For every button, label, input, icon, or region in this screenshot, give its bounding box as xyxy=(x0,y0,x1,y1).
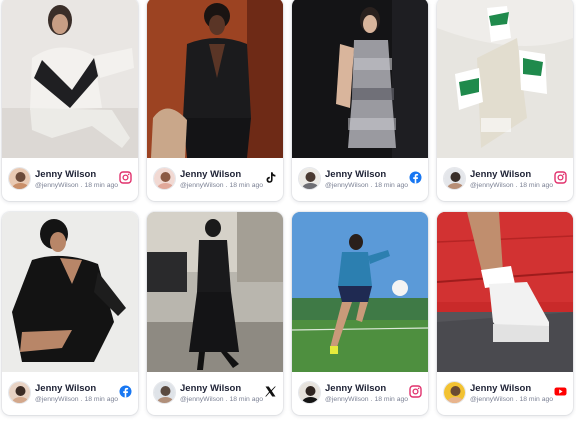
post-meta: @jennyWilson. 18 min ago xyxy=(180,182,263,189)
post-card[interactable]: Jenny Wilson @jennyWilson. 18 min ago xyxy=(147,0,283,201)
meta-separator: . xyxy=(225,396,228,403)
post-meta: @jennyWilson. 18 min ago xyxy=(470,396,553,403)
meta-separator: . xyxy=(80,182,83,189)
author-name[interactable]: Jenny Wilson xyxy=(325,169,386,180)
author-handle: @jennyWilson xyxy=(180,396,224,403)
author-name[interactable]: Jenny Wilson xyxy=(180,383,241,394)
post-time: 18 min ago xyxy=(519,396,554,403)
author-handle: @jennyWilson xyxy=(325,396,369,403)
meta-separator: . xyxy=(515,182,518,189)
meta-separator: . xyxy=(225,182,228,189)
post-footer: Jenny Wilson @jennyWilson. 18 min ago xyxy=(292,158,428,201)
post-time: 18 min ago xyxy=(519,182,554,189)
post-footer: Jenny Wilson @jennyWilson. 18 min ago xyxy=(292,372,428,415)
post-photo[interactable] xyxy=(437,212,573,372)
post-meta: @jennyWilson. 18 min ago xyxy=(35,182,118,189)
author-handle: @jennyWilson xyxy=(180,182,224,189)
facebook-icon[interactable] xyxy=(409,171,422,184)
post-footer: Jenny Wilson @jennyWilson. 18 min ago xyxy=(147,158,283,201)
author-name[interactable]: Jenny Wilson xyxy=(35,169,96,180)
avatar[interactable] xyxy=(153,381,176,404)
author-handle: @jennyWilson xyxy=(470,396,514,403)
post-footer: Jenny Wilson @jennyWilson. 18 min ago xyxy=(2,372,138,415)
avatar[interactable] xyxy=(153,167,176,190)
avatar[interactable] xyxy=(8,167,31,190)
post-card[interactable]: Jenny Wilson @jennyWilson. 18 min ago xyxy=(437,212,573,415)
author-handle: @jennyWilson xyxy=(470,182,514,189)
post-footer: Jenny Wilson @jennyWilson. 18 min ago xyxy=(437,158,573,201)
post-time: 18 min ago xyxy=(84,182,119,189)
author-name[interactable]: Jenny Wilson xyxy=(180,169,241,180)
post-meta: @jennyWilson. 18 min ago xyxy=(325,182,408,189)
post-time: 18 min ago xyxy=(229,396,264,403)
post-card[interactable]: Jenny Wilson @jennyWilson. 18 min ago xyxy=(2,0,138,201)
avatar[interactable] xyxy=(443,167,466,190)
post-photo[interactable] xyxy=(292,0,428,158)
avatar[interactable] xyxy=(298,167,321,190)
author-name[interactable]: Jenny Wilson xyxy=(470,383,531,394)
post-meta: @jennyWilson. 18 min ago xyxy=(325,396,408,403)
post-time: 18 min ago xyxy=(229,182,264,189)
post-photo[interactable] xyxy=(292,212,428,372)
author-handle: @jennyWilson xyxy=(35,396,79,403)
post-photo[interactable] xyxy=(147,0,283,158)
post-card[interactable]: Jenny Wilson @jennyWilson. 18 min ago xyxy=(292,0,428,201)
post-photo[interactable] xyxy=(2,0,138,158)
tiktok-icon[interactable] xyxy=(264,171,277,184)
social-feed-grid: Jenny Wilson @jennyWilson. 18 min ago Je… xyxy=(2,0,574,424)
x-icon[interactable] xyxy=(264,385,277,398)
avatar[interactable] xyxy=(298,381,321,404)
youtube-icon[interactable] xyxy=(554,385,567,398)
author-name[interactable]: Jenny Wilson xyxy=(35,383,96,394)
post-meta: @jennyWilson. 18 min ago xyxy=(470,182,553,189)
post-time: 18 min ago xyxy=(374,182,409,189)
author-handle: @jennyWilson xyxy=(325,182,369,189)
avatar[interactable] xyxy=(443,381,466,404)
instagram-icon[interactable] xyxy=(554,171,567,184)
meta-separator: . xyxy=(370,182,373,189)
facebook-icon[interactable] xyxy=(119,385,132,398)
avatar[interactable] xyxy=(8,381,31,404)
post-card[interactable]: Jenny Wilson @jennyWilson. 18 min ago xyxy=(2,212,138,415)
post-card[interactable]: Jenny Wilson @jennyWilson. 18 min ago xyxy=(292,212,428,415)
instagram-icon[interactable] xyxy=(119,171,132,184)
meta-separator: . xyxy=(80,396,83,403)
instagram-icon[interactable] xyxy=(409,385,422,398)
post-footer: Jenny Wilson @jennyWilson. 18 min ago xyxy=(437,372,573,415)
meta-separator: . xyxy=(515,396,518,403)
post-footer: Jenny Wilson @jennyWilson. 18 min ago xyxy=(2,158,138,201)
meta-separator: . xyxy=(370,396,373,403)
post-card[interactable]: Jenny Wilson @jennyWilson. 18 min ago xyxy=(437,0,573,201)
post-meta: @jennyWilson. 18 min ago xyxy=(35,396,118,403)
author-handle: @jennyWilson xyxy=(35,182,79,189)
post-time: 18 min ago xyxy=(84,396,119,403)
post-photo[interactable] xyxy=(147,212,283,372)
author-name[interactable]: Jenny Wilson xyxy=(470,169,531,180)
post-card[interactable]: Jenny Wilson @jennyWilson. 18 min ago xyxy=(147,212,283,415)
post-footer: Jenny Wilson @jennyWilson. 18 min ago xyxy=(147,372,283,415)
post-meta: @jennyWilson. 18 min ago xyxy=(180,396,263,403)
author-name[interactable]: Jenny Wilson xyxy=(325,383,386,394)
post-photo[interactable] xyxy=(2,212,138,372)
post-photo[interactable] xyxy=(437,0,573,158)
post-time: 18 min ago xyxy=(374,396,409,403)
